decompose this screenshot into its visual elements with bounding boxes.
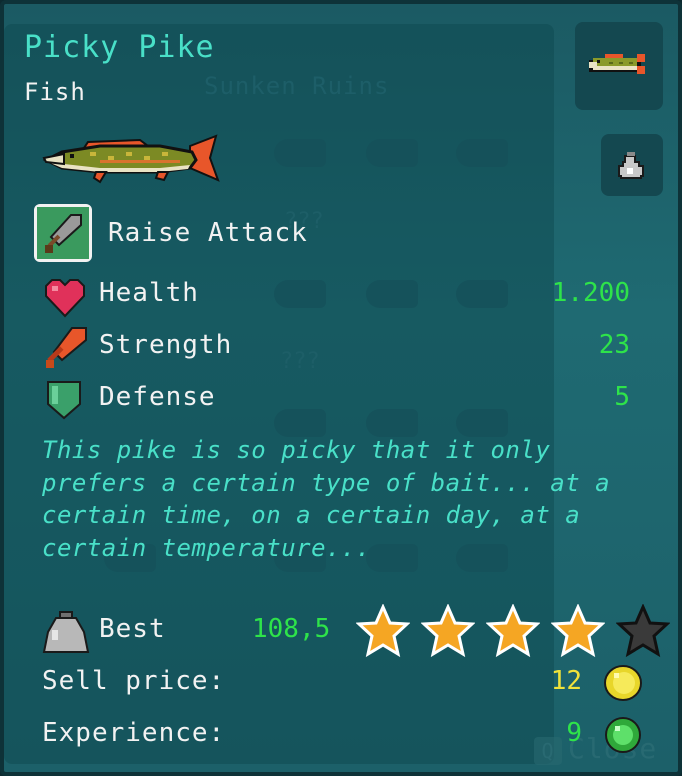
- background-fish-silhouette: [456, 409, 508, 437]
- item-category: Fish: [24, 78, 86, 106]
- best-value: 108,5: [252, 614, 331, 644]
- star-filled-icon: [551, 604, 605, 658]
- background-fish-silhouette: [366, 139, 418, 167]
- shield-icon: [47, 381, 81, 420]
- background-fish-silhouette: [366, 280, 418, 308]
- sell-price-value: 12: [550, 666, 582, 696]
- defense-label: Defense: [99, 382, 216, 412]
- health-value: 1.200: [551, 278, 630, 308]
- bait-slot[interactable]: [601, 134, 663, 196]
- star-filled-icon: [356, 604, 410, 658]
- fish-detail-panel: Sunken Ruins ??? ??? QClose Picky Pike F…: [0, 0, 682, 776]
- sell-price-label: Sell price:: [42, 666, 226, 696]
- rating-stars: [356, 604, 670, 658]
- heart-icon: [45, 279, 85, 318]
- defense-value: 5: [614, 382, 630, 412]
- background-unknown-label: ???: [280, 349, 320, 374]
- health-label: Health: [99, 278, 199, 308]
- background-fish-silhouette: [456, 280, 508, 308]
- background-fish-silhouette: [366, 409, 418, 437]
- background-area-title: Sunken Ruins: [204, 72, 390, 100]
- ability-icon-frame[interactable]: [34, 204, 92, 262]
- star-filled-icon: [421, 604, 475, 658]
- strength-label: Strength: [99, 330, 233, 360]
- experience-value: 9: [566, 718, 582, 748]
- background-fish-silhouette: [274, 139, 326, 167]
- weight-icon: [42, 611, 90, 653]
- sword-icon: [46, 327, 87, 368]
- best-label: Best: [99, 614, 166, 644]
- star-empty-icon: [616, 604, 670, 658]
- bait-sack-icon: [618, 152, 644, 179]
- ability-name: Raise Attack: [108, 218, 308, 248]
- sword-attack-icon: [37, 207, 89, 259]
- background-fish-silhouette: [274, 409, 326, 437]
- fish-description: This pike is so picky that it only prefe…: [42, 436, 611, 562]
- star-filled-icon: [486, 604, 540, 658]
- gold-coin-icon: [604, 665, 642, 701]
- fish-name: Picky Pike: [24, 30, 215, 65]
- background-fish-silhouette: [456, 139, 508, 167]
- background-fish-silhouette: [274, 280, 326, 308]
- strength-value: 23: [598, 330, 630, 360]
- pike-icon: [589, 54, 645, 74]
- experience-label: Experience:: [42, 718, 226, 748]
- q-key-icon: Q: [534, 737, 562, 765]
- fish-thumbnail-slot: [575, 22, 663, 110]
- picky-pike-illustration: [42, 134, 220, 184]
- green-orb-icon: [605, 717, 641, 753]
